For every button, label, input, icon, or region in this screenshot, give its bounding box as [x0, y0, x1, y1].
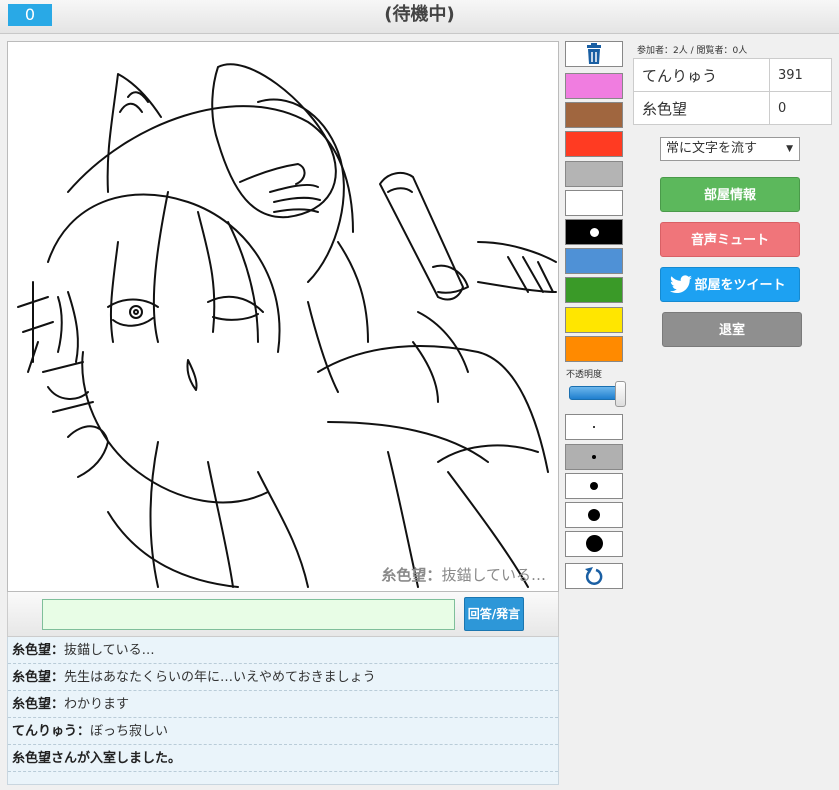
oekaki-app: (待機中) 0 糸色望：抜錨している… 回答/発言 糸色望：抜錨している… 糸色… — [0, 0, 839, 790]
undo-icon — [585, 567, 603, 585]
color-swatch[interactable] — [565, 190, 623, 216]
color-swatch[interactable] — [565, 161, 623, 187]
player-row: 糸色望 0 — [633, 91, 832, 125]
player-row: てんりゅう 391 — [633, 58, 832, 92]
chevron-down-icon: ▼ — [786, 144, 793, 154]
brush-dot-icon — [586, 535, 603, 552]
color-swatch[interactable] — [565, 219, 623, 245]
canvas-overlay-message: 糸色望：抜錨している… — [381, 564, 546, 585]
trash-icon — [587, 43, 601, 64]
color-swatch[interactable] — [565, 73, 623, 99]
color-swatch[interactable] — [565, 336, 623, 362]
overlay-text: 抜錨している… — [441, 566, 546, 584]
color-swatch[interactable] — [565, 131, 623, 157]
participant-counts: 参加者：2人 / 閲覧者：0人 — [637, 46, 748, 56]
opacity-slider[interactable] — [569, 381, 626, 407]
game-status-title: (待機中) — [384, 4, 455, 25]
twitter-bird-icon — [670, 275, 692, 294]
player-name: てんりゅう — [633, 58, 770, 92]
color-swatch[interactable] — [565, 307, 623, 333]
opacity-slider-track[interactable] — [569, 386, 619, 400]
brush-size-2[interactable] — [565, 444, 623, 470]
brush-dot-icon — [593, 426, 595, 428]
chat-speaker: 糸色望： — [12, 670, 65, 685]
chat-system-message: 糸色望さんが入室しました。 — [8, 745, 558, 772]
chat-text: 先生はあなたくらいの年に…いえやめておきましょう — [64, 670, 376, 685]
drawing-canvas[interactable]: 糸色望：抜錨している… — [7, 41, 559, 592]
color-swatch[interactable] — [565, 102, 623, 128]
player-name: 糸色望 — [633, 91, 770, 125]
player-score: 0 — [769, 91, 832, 125]
leave-room-button[interactable]: 退室 — [662, 312, 802, 347]
brush-size-5[interactable] — [565, 531, 623, 557]
color-swatch[interactable] — [565, 277, 623, 303]
chat-speaker: てんりゅう： — [12, 724, 91, 739]
opacity-label: 不透明度 — [566, 370, 603, 380]
chat-speaker: 糸色望： — [12, 643, 65, 658]
header-bar: (待機中) 0 — [0, 0, 839, 34]
player-score: 391 — [769, 58, 832, 92]
answer-input[interactable] — [42, 599, 455, 630]
text-flow-select[interactable]: 常に文字を流す ▼ — [660, 137, 800, 161]
brush-dot-icon — [590, 482, 598, 490]
chat-text: 抜錨している… — [64, 643, 155, 658]
chat-system-text: 糸色望さんが入室しました。 — [12, 751, 182, 766]
brush-size-4[interactable] — [565, 502, 623, 528]
chat-message: 糸色望：先生はあなたくらいの年に…いえやめておきましょう — [8, 664, 558, 691]
overlay-speaker: 糸色望： — [381, 566, 442, 584]
brush-size-3[interactable] — [565, 473, 623, 499]
tweet-room-label: 部屋をツイート — [694, 278, 786, 293]
answer-bar: 回答/発言 — [7, 592, 559, 637]
clear-canvas-button[interactable] — [565, 41, 623, 67]
chat-message: 糸色望：抜錨している… — [8, 637, 558, 664]
selected-indicator-icon — [590, 228, 599, 237]
chat-speaker: 糸色望： — [12, 697, 65, 712]
tweet-room-button[interactable]: 部屋をツイート — [660, 267, 800, 302]
text-flow-select-value: 常に文字を流す — [666, 141, 758, 156]
opacity-slider-handle[interactable] — [615, 381, 626, 407]
answer-submit-button[interactable]: 回答/発言 — [464, 597, 524, 631]
brush-dot-icon — [588, 509, 600, 521]
chat-message: 糸色望：わかります — [8, 691, 558, 718]
color-swatch[interactable] — [565, 248, 623, 274]
chat-text: わかります — [64, 697, 130, 712]
player-list: てんりゅう 391 糸色望 0 — [633, 58, 832, 125]
room-info-button[interactable]: 部屋情報 — [660, 177, 800, 212]
brush-size-1[interactable] — [565, 414, 623, 440]
chat-text: ぼっち寂しい — [90, 724, 169, 739]
brush-dot-icon — [592, 455, 596, 459]
drawing-sketch — [17, 63, 557, 588]
sound-mute-button[interactable]: 音声ミュート — [660, 222, 800, 257]
undo-button[interactable] — [565, 563, 623, 589]
chat-message: てんりゅう：ぼっち寂しい — [8, 718, 558, 745]
chat-log: 糸色望：抜錨している… 糸色望：先生はあなたくらいの年に…いえやめておきましょう… — [7, 637, 559, 785]
timer-badge: 0 — [8, 4, 52, 26]
